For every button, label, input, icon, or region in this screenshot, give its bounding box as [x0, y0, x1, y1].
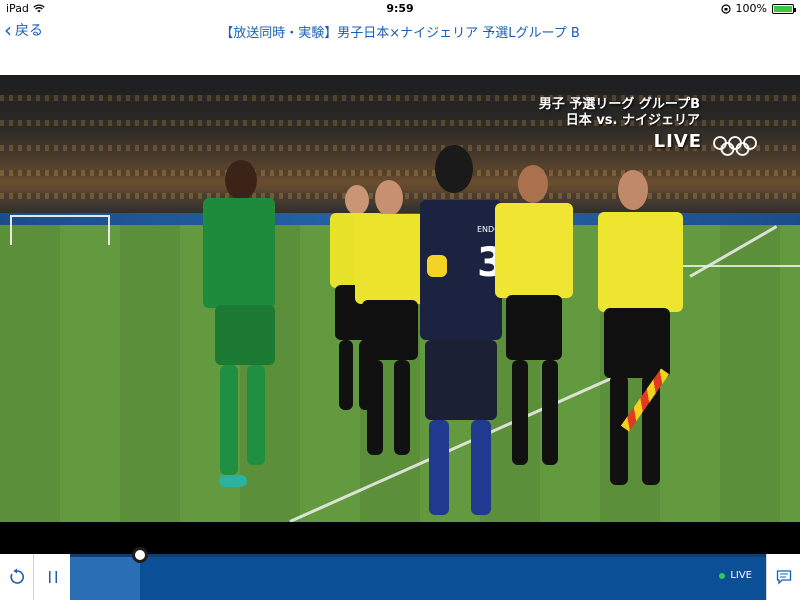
broadcast-overlay: 男子 予選リーグ グループB 日本 vs. ナイジェリア — [539, 97, 700, 129]
assistant-referee — [590, 170, 700, 510]
orientation-lock-icon — [720, 3, 731, 14]
replay-icon — [9, 568, 24, 584]
referee-3 — [490, 165, 580, 475]
replay-button[interactable] — [0, 554, 34, 600]
status-time: 9:59 — [386, 2, 414, 15]
video-player[interactable]: 3 ENDO 男子 予選リーグ グループB 日本 vs. ナイジェリア LIVE — [0, 75, 800, 522]
live-indicator[interactable]: LIVE — [719, 570, 752, 581]
status-bar: iPad 9:59 100% — [0, 0, 800, 18]
nigeria-player — [195, 160, 285, 520]
pause-button[interactable] — [35, 554, 70, 600]
scrub-handle[interactable] — [131, 547, 148, 563]
overlay-line-2: 日本 vs. ナイジェリア — [565, 113, 700, 128]
goal — [10, 215, 110, 245]
live-dot-icon — [719, 572, 726, 579]
video-letterbox — [0, 522, 800, 554]
seek-bar-played — [70, 554, 140, 600]
live-badge: LIVE — [653, 131, 702, 152]
status-right: 100% — [720, 2, 796, 15]
seek-bar-track — [70, 554, 766, 557]
battery-level — [774, 5, 792, 12]
battery-icon — [772, 3, 796, 14]
comment-icon — [776, 570, 791, 585]
page-title: 【放送同時・実験】男子日本×ナイジェリア 予選Lグループ B — [220, 26, 580, 41]
pause-icon — [48, 571, 57, 583]
comment-button[interactable] — [766, 554, 800, 600]
player-controls: LIVE — [0, 547, 800, 600]
seek-bar[interactable]: LIVE — [70, 547, 766, 600]
nav-bar: ‹ 戻る 【放送同時・実験】男子日本×ナイジェリア 予選Lグループ B — [0, 18, 800, 44]
olympic-rings-icon — [713, 136, 757, 156]
overlay-line-1: 男子 予選リーグ グループB — [538, 97, 700, 112]
live-label: LIVE — [730, 570, 752, 581]
battery-percent: 100% — [735, 2, 767, 15]
